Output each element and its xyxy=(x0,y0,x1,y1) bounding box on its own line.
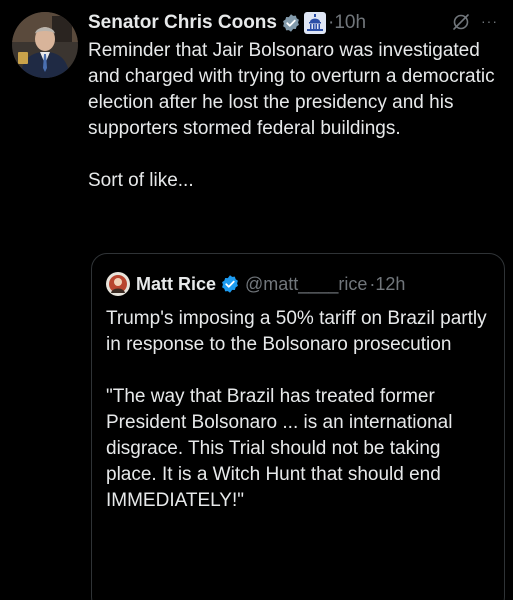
more-options-icon[interactable]: ··· xyxy=(481,12,498,30)
quoted-paragraph: Trump's imposing a 50% tariff on Brazil … xyxy=(106,308,487,355)
quoted-author-avatar[interactable] xyxy=(106,272,130,296)
quoted-tweet-header: Matt Rice @matt____rice · 12h xyxy=(106,271,405,297)
grok-icon[interactable] xyxy=(452,13,470,36)
quoted-author-handle[interactable]: @matt____rice xyxy=(245,274,367,295)
quoted-tweet-card[interactable]: Matt Rice @matt____rice · 12h Trump's im… xyxy=(91,253,505,600)
quoted-tweet-text: Trump's imposing a 50% tariff on Brazil … xyxy=(106,306,496,514)
quoted-tweet-timestamp[interactable]: 12h xyxy=(375,274,405,295)
tweet-header: Senator Chris Coons · 10h xyxy=(88,9,366,37)
verified-badge-icon[interactable] xyxy=(281,13,301,33)
author-avatar[interactable] xyxy=(12,12,78,78)
tweet-text: Reminder that Jair Bolsonaro was investi… xyxy=(88,38,498,194)
tweet-timestamp[interactable]: 10h xyxy=(334,12,366,34)
quoted-paragraph: "The way that Brazil has treated former … xyxy=(106,386,453,511)
tweet-paragraph: Sort of like... xyxy=(88,170,194,191)
tweet-paragraph: Reminder that Jair Bolsonaro was investi… xyxy=(88,40,495,139)
capitol-building-icon[interactable] xyxy=(303,12,326,34)
quoted-author-name[interactable]: Matt Rice xyxy=(136,274,216,295)
verified-badge-icon[interactable] xyxy=(220,274,240,294)
author-name[interactable]: Senator Chris Coons xyxy=(88,12,277,34)
